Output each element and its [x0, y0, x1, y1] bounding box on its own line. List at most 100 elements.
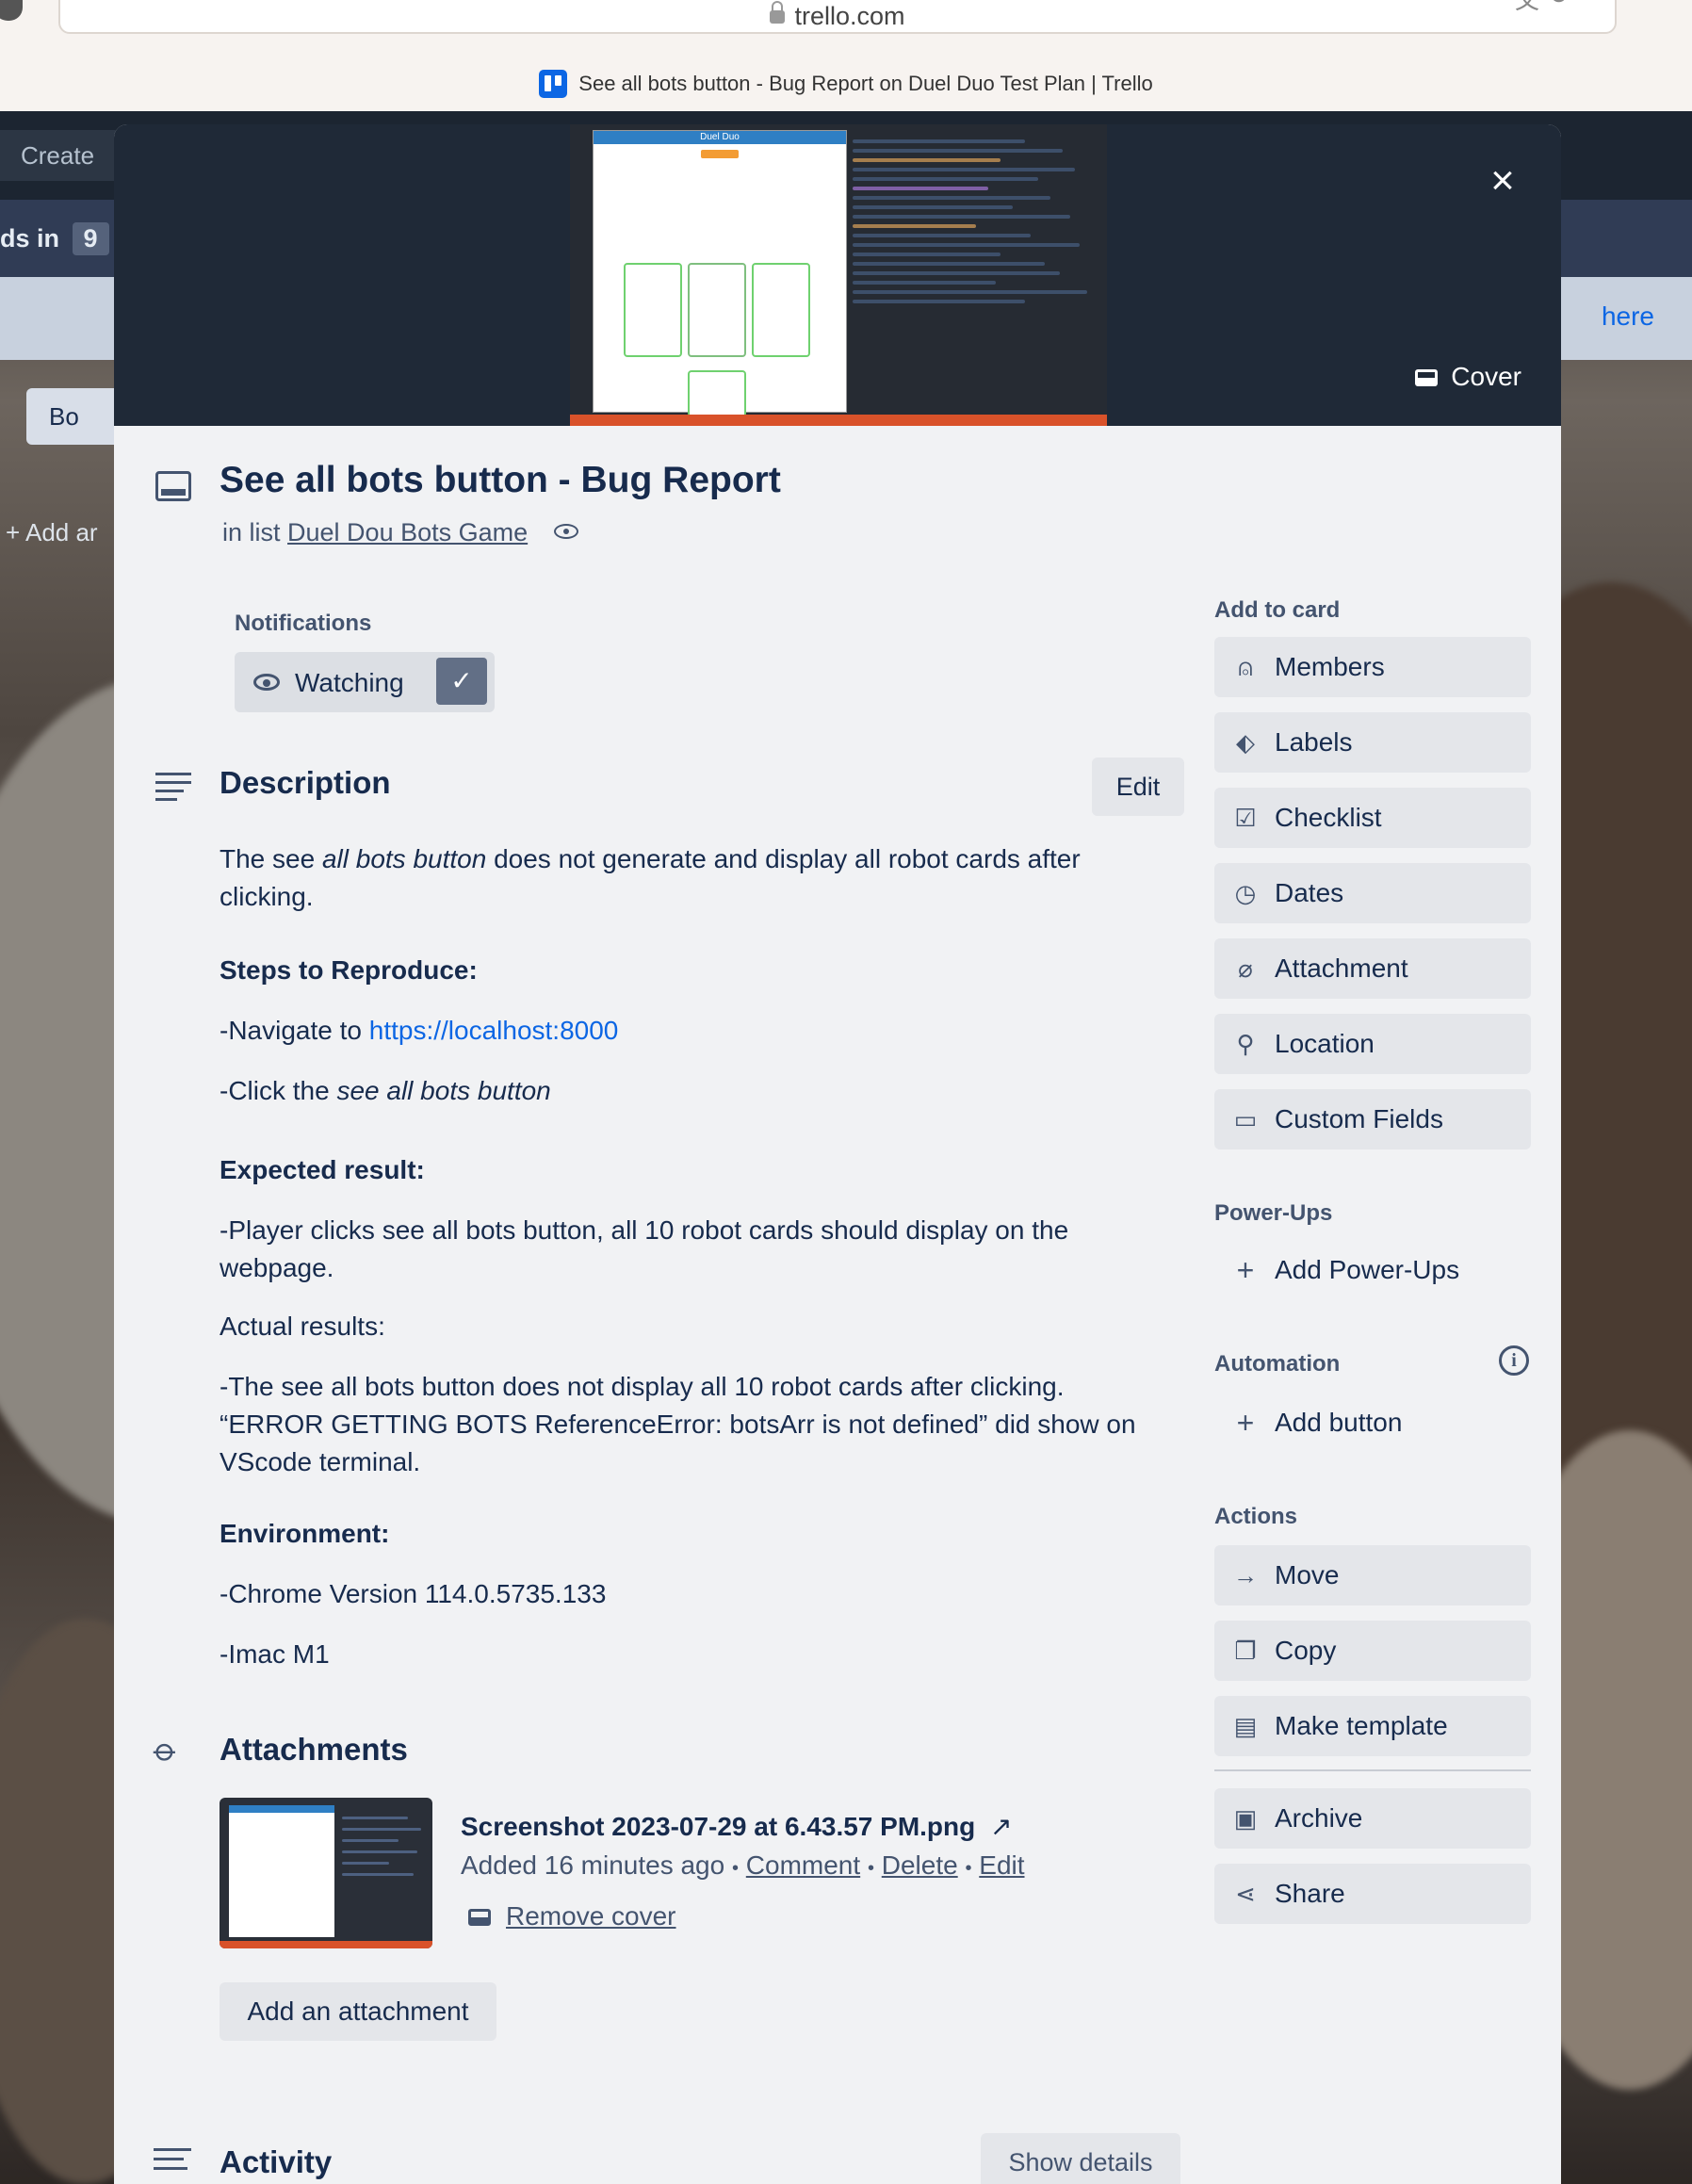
arrow-right-icon: →: [1233, 1561, 1258, 1589]
description-intro[interactable]: The see all bots button does not generat…: [220, 840, 1171, 916]
copy-label: Copy: [1275, 1636, 1337, 1665]
watching-button[interactable]: Watching ✓: [235, 652, 495, 712]
plus-icon: +: [1236, 1406, 1255, 1440]
move-button[interactable]: → Move: [1214, 1545, 1531, 1605]
list-name-link[interactable]: Duel Dou Bots Game: [287, 518, 528, 546]
cover-button-label: Cover: [1451, 362, 1521, 391]
add-to-card-label: Add to card: [1214, 597, 1341, 623]
dates-button[interactable]: ◷ Dates: [1214, 863, 1531, 923]
cover-preview-card: [688, 263, 746, 357]
tab-title[interactable]: See all bots button - Bug Report on Duel…: [0, 70, 1692, 98]
activity-title: Activity: [220, 2144, 333, 2179]
cover-button[interactable]: Cover: [1373, 350, 1533, 403]
paperclip-icon: ⌀: [146, 1731, 186, 1770]
fields-icon: ▭: [1233, 1105, 1258, 1133]
cover-icon: [468, 1909, 491, 1926]
external-link-icon: ↗: [990, 1812, 1013, 1841]
environment-imac: -Imac M1: [220, 1639, 330, 1669]
remove-cover-row: Remove cover: [468, 1901, 676, 1931]
archive-icon: ▣: [1233, 1804, 1258, 1833]
address-bar[interactable]: trello.com 文 ↻: [58, 0, 1617, 34]
steps-heading: Steps to Reproduce:: [220, 955, 478, 985]
intro-text: The see: [220, 844, 322, 873]
eye-icon: [553, 524, 578, 539]
eye-icon: [253, 674, 280, 691]
in-list-prefix: in list: [222, 518, 281, 546]
dates-label: Dates: [1275, 878, 1344, 907]
cards-count-badge: 9: [72, 222, 109, 255]
share-button[interactable]: ⋖ Share: [1214, 1864, 1531, 1924]
share-icon: ⋖: [1235, 1880, 1256, 1908]
close-icon[interactable]: ×: [1482, 160, 1523, 204]
members-button[interactable]: ⍝ Members: [1214, 637, 1531, 697]
edit-attachment-link[interactable]: Edit: [979, 1850, 1024, 1880]
cover-preview-card: [624, 263, 682, 357]
cover-preview-card: [688, 370, 746, 417]
make-template-button[interactable]: ▤ Make template: [1214, 1696, 1531, 1756]
remove-cover-link[interactable]: Remove cover: [506, 1901, 676, 1931]
sidebar-divider: [1214, 1769, 1531, 1771]
reload-icon[interactable]: ↻: [1548, 0, 1570, 10]
attachment-label: Attachment: [1275, 953, 1408, 983]
create-button[interactable]: Create: [0, 130, 121, 181]
cards-in-text: ds in: [0, 224, 60, 253]
notifications-label: Notifications: [235, 611, 372, 636]
pin-icon: ⚲: [1236, 1030, 1255, 1058]
add-powerups-label: Add Power-Ups: [1275, 1255, 1460, 1284]
delete-link[interactable]: Delete: [882, 1850, 958, 1880]
members-label: Members: [1275, 652, 1385, 681]
tag-icon: ⬖: [1236, 728, 1255, 757]
custom-fields-button[interactable]: ▭ Custom Fields: [1214, 1089, 1531, 1149]
separator: •: [867, 1858, 874, 1879]
tab-title-text: See all bots button - Bug Report on Duel…: [578, 72, 1153, 95]
attachments-title: Attachments: [220, 1732, 408, 1767]
expected-heading: Expected result:: [220, 1155, 425, 1184]
attachment-thumbnail[interactable]: [220, 1798, 432, 1948]
checklist-label: Checklist: [1275, 803, 1382, 832]
checklist-button[interactable]: ☑ Checklist: [1214, 788, 1531, 848]
paperclip-icon: ⌀: [1238, 954, 1253, 983]
comment-link[interactable]: Comment: [746, 1850, 860, 1880]
template-icon: ▤: [1233, 1712, 1258, 1740]
attachment-filename[interactable]: Screenshot 2023-07-29 at 6.43.57 PM.png …: [461, 1811, 1013, 1842]
location-button[interactable]: ⚲ Location: [1214, 1014, 1531, 1074]
archive-button[interactable]: ▣ Archive: [1214, 1788, 1531, 1849]
info-icon[interactable]: i: [1499, 1345, 1529, 1376]
share-label: Share: [1275, 1879, 1345, 1908]
make-template-label: Make template: [1275, 1711, 1448, 1740]
actual-text: -The see all bots button does not displa…: [220, 1372, 1136, 1476]
add-attachment-button[interactable]: Add an attachment: [220, 1982, 496, 2041]
expected-text: -Player clicks see all bots button, all …: [220, 1215, 1069, 1282]
translate-icon[interactable]: 文: [1515, 0, 1539, 16]
banner-here-link[interactable]: here: [1602, 302, 1654, 332]
cover-preview-card: [752, 263, 810, 357]
copy-button[interactable]: ❐ Copy: [1214, 1621, 1531, 1681]
automation-label: Automation: [1214, 1351, 1341, 1377]
add-powerups-button[interactable]: + Add Power-Ups: [1214, 1240, 1531, 1300]
step-navigate: -Navigate to https://localhost:8000: [220, 1012, 1171, 1050]
url-display[interactable]: trello.com: [60, 1, 1615, 31]
card-title[interactable]: See all bots button - Bug Report: [220, 460, 781, 501]
attachment-button[interactable]: ⌀ Attachment: [1214, 938, 1531, 999]
add-another-list-button[interactable]: + Add ar: [6, 518, 98, 547]
checklist-icon: ☑: [1234, 804, 1257, 832]
browser-chrome: trello.com 文 ↻ See all bots button - Bug…: [0, 0, 1692, 111]
copy-icon: ❐: [1234, 1637, 1257, 1665]
card-list-info: in list Duel Dou Bots Game: [222, 518, 578, 547]
description-icon: [155, 773, 191, 801]
step2-text: -Click the: [220, 1076, 337, 1105]
show-details-button[interactable]: Show details: [981, 2133, 1180, 2184]
cover-image[interactable]: Duel Duo: [570, 124, 1107, 426]
cover-preview-code: [853, 134, 1099, 407]
labels-button[interactable]: ⬖ Labels: [1214, 712, 1531, 773]
archive-label: Archive: [1275, 1803, 1363, 1833]
cover-preview-browser: Duel Duo: [593, 130, 847, 417]
powerups-label: Power-Ups: [1214, 1200, 1333, 1226]
add-button-button[interactable]: + Add button: [1214, 1393, 1531, 1453]
clock-icon: ◷: [1234, 879, 1257, 907]
cover-icon: [1415, 369, 1439, 386]
edit-description-button[interactable]: Edit: [1092, 758, 1184, 816]
localhost-link[interactable]: https://localhost:8000: [369, 1016, 619, 1045]
cover-preview-title: Duel Duo: [594, 131, 846, 144]
location-label: Location: [1275, 1029, 1375, 1058]
